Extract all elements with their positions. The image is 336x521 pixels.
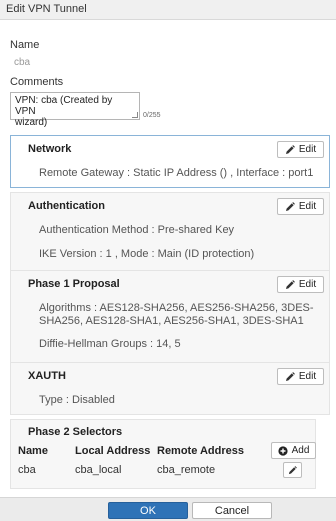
column-header-remote-address: Remote Address (157, 445, 245, 457)
phase2-add-button[interactable]: Add (271, 442, 316, 459)
network-title: Network (28, 143, 72, 155)
column-header-name: Name (18, 445, 48, 457)
name-value: cba (14, 57, 31, 68)
phase2-title: Phase 2 Selectors (28, 426, 123, 438)
xauth-edit-button[interactable]: Edit (277, 368, 324, 385)
phase2-panel: Phase 2 Selectors Name Local Address Rem… (10, 419, 316, 489)
network-edit-button[interactable]: Edit (277, 141, 324, 158)
pencil-icon (285, 279, 295, 289)
pencil-icon (288, 465, 297, 474)
comments-textarea[interactable]: VPN: cba (Created by VPN wizard) (10, 92, 140, 128)
comments-char-counter: 0/255 (143, 112, 161, 119)
auth-method-text: Authentication Method : Pre-shared Key (39, 224, 235, 236)
authentication-edit-label: Edit (298, 201, 317, 212)
row-edit-button[interactable] (283, 462, 302, 478)
comments-text-line1: VPN: cba (Created by VPN (15, 95, 113, 117)
row-local-address-cell: cba_local (75, 464, 122, 476)
resize-grip-icon[interactable] (132, 112, 138, 118)
network-edit-label: Edit (298, 144, 317, 155)
algorithms-text-line2: SHA256, AES128-SHA1, AES256-SHA1, 3DES-S… (39, 315, 304, 327)
ike-version-text: IKE Version : 1 , Mode : Main (ID protec… (39, 248, 255, 260)
phase2-add-label: Add (291, 445, 310, 456)
column-header-local-address: Local Address (75, 445, 151, 457)
plus-circle-icon (277, 445, 288, 456)
cancel-button[interactable]: Cancel (192, 502, 272, 519)
xauth-panel: XAUTH Edit Type : Disabled (10, 362, 330, 415)
dialog-content: Name cba Comments VPN: cba (Created by V… (0, 20, 336, 497)
network-summary: Remote Gateway : Static IP Address () , … (39, 167, 314, 179)
xauth-edit-label: Edit (298, 371, 317, 382)
xauth-type-text: Type : Disabled (39, 394, 115, 406)
phase1-edit-button[interactable]: Edit (277, 276, 324, 293)
algorithms-text-line1: Algorithms : AES128-SHA256, AES256-SHA25… (39, 302, 314, 314)
name-label: Name (10, 39, 40, 51)
ok-button[interactable]: OK (108, 502, 188, 519)
pencil-icon (285, 371, 295, 381)
pencil-icon (285, 144, 295, 154)
authentication-title: Authentication (28, 200, 105, 212)
row-name-cell: cba (18, 464, 36, 476)
xauth-title: XAUTH (28, 370, 66, 382)
row-remote-address-cell: cba_remote (157, 464, 216, 476)
dialog-title: Edit VPN Tunnel (0, 0, 336, 20)
dialog-footer: OK Cancel (0, 497, 336, 521)
comments-text-line2: wizard) (15, 117, 48, 128)
comments-label: Comments (10, 76, 64, 88)
dh-groups-text: Diffie-Hellman Groups : 14, 5 (39, 338, 181, 350)
phase1-panel: Phase 1 Proposal Edit Algorithms : AES12… (10, 270, 330, 365)
pencil-icon (285, 201, 295, 211)
phase1-title: Phase 1 Proposal (28, 278, 120, 290)
network-panel: Network Edit Remote Gateway : Static IP … (10, 135, 330, 188)
authentication-edit-button[interactable]: Edit (277, 198, 324, 215)
phase1-edit-label: Edit (298, 279, 317, 290)
